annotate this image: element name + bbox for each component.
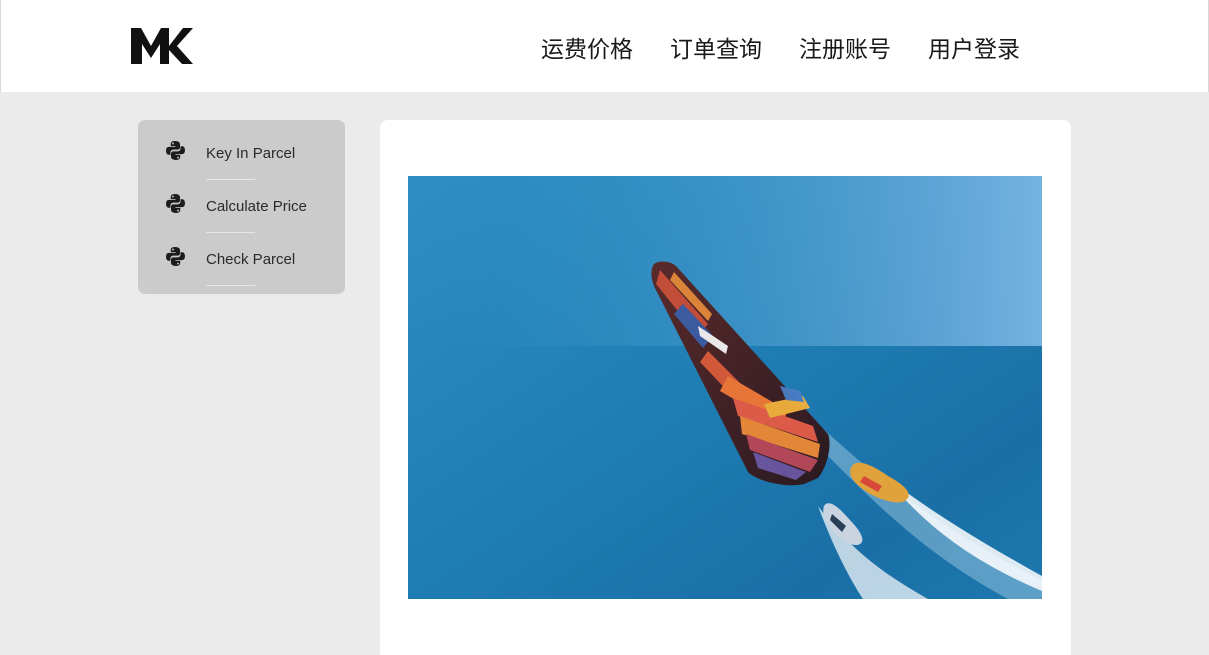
sidebar-item-label: Key In Parcel (206, 145, 296, 162)
divider (206, 232, 255, 233)
main-nav: 运费价格 订单查询 注册账号 用户登录 (541, 30, 1020, 64)
container-ship-image (408, 176, 1042, 599)
python-icon (166, 194, 185, 213)
sidebar-item-key-in-parcel[interactable]: Key In Parcel (138, 138, 345, 191)
nav-user-login[interactable]: 用户登录 (928, 30, 1020, 64)
mk-logo[interactable] (129, 22, 193, 68)
nav-register-account[interactable]: 注册账号 (799, 30, 891, 64)
python-icon (166, 141, 185, 160)
sidebar-item-label: Check Parcel (206, 251, 296, 268)
nav-order-lookup[interactable]: 订单查询 (670, 30, 762, 64)
python-icon (166, 247, 185, 266)
divider (206, 285, 255, 286)
main-content-card (380, 120, 1071, 655)
top-header: 运费价格 订单查询 注册账号 用户登录 (0, 0, 1209, 92)
nav-shipping-price[interactable]: 运费价格 (541, 30, 633, 64)
sidebar-item-check-parcel[interactable]: Check Parcel (138, 244, 345, 297)
sidebar: Key In Parcel Calculate Price Check Parc… (138, 120, 345, 294)
divider (206, 179, 255, 180)
sidebar-item-calculate-price[interactable]: Calculate Price (138, 191, 345, 244)
sidebar-item-label: Calculate Price (206, 198, 307, 215)
